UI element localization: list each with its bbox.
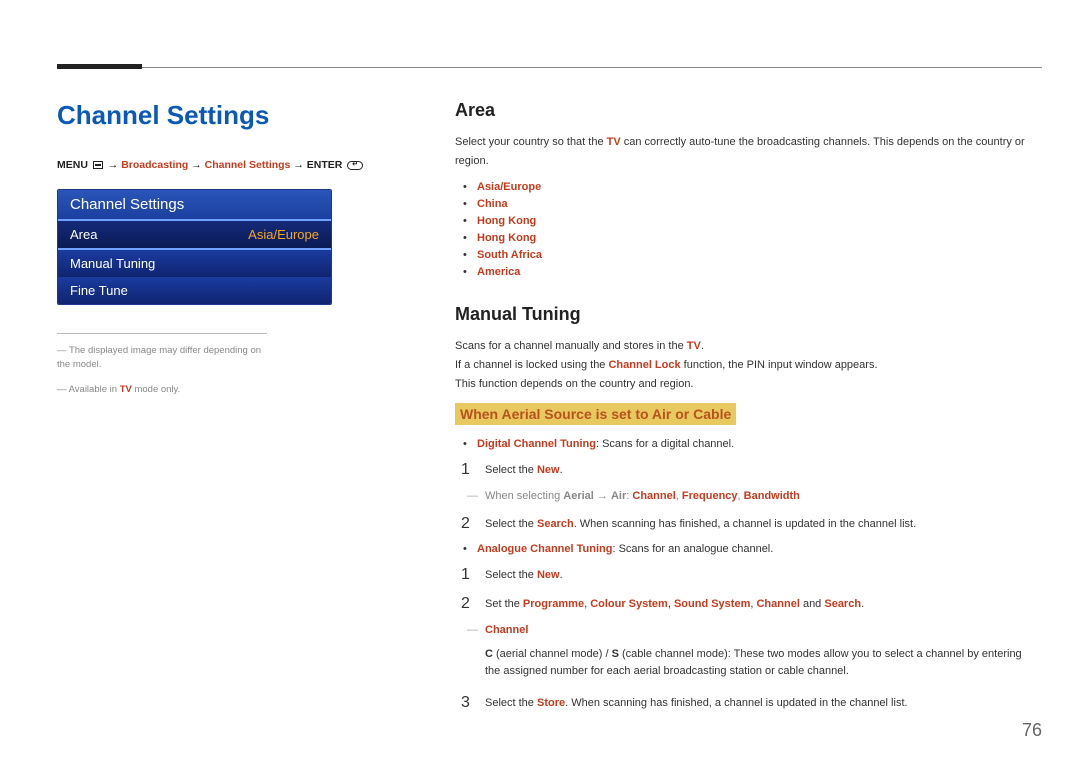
area-options: Asia/Europe China Hong Kong Hong Kong So… <box>477 178 1025 280</box>
breadcrumb-broadcasting: Broadcasting <box>121 159 188 171</box>
left-notes: ― The displayed image may differ dependi… <box>57 333 267 397</box>
area-option: Hong Kong <box>477 229 1025 246</box>
digital-aerial-note: When selecting Aerial → Air: Channel, Fr… <box>485 486 1025 510</box>
osd-panel: Channel Settings Area Asia/Europe Manual… <box>57 189 332 305</box>
digital-step-2: 2 Select the Search. When scanning has f… <box>461 510 1025 540</box>
menu-icon <box>93 161 103 169</box>
channel-note-body: C (aerial channel mode) / S (cable chann… <box>485 644 1025 689</box>
right-column: Area Select your country so that the TV … <box>455 100 1025 719</box>
step-number: 1 <box>461 567 485 585</box>
osd-row-value: Asia/Europe <box>248 227 319 242</box>
manual-tuning-heading: Manual Tuning <box>455 304 1025 325</box>
step-number: 2 <box>461 516 485 534</box>
analogue-step-1: 1 Select the New. <box>461 561 1025 591</box>
note-model: ― The displayed image may differ dependi… <box>57 344 267 373</box>
step-number: 2 <box>461 596 485 614</box>
area-option: South Africa <box>477 246 1025 263</box>
osd-row-label: Fine Tune <box>70 283 128 298</box>
channel-note-heading: Channel <box>485 620 1025 644</box>
analogue-step-2: 2 Set the Programme, Colour System, Soun… <box>461 590 1025 620</box>
top-rule-bold <box>57 64 142 69</box>
mt-desc2: If a channel is locked using the Channel… <box>455 356 1025 375</box>
analogue-tuning-line: Analogue Channel Tuning: Scans for an an… <box>477 540 1025 561</box>
step-number: 1 <box>461 462 485 480</box>
page-number: 76 <box>1022 720 1042 741</box>
enter-icon <box>347 161 363 170</box>
breadcrumb-enter: ENTER <box>307 159 343 171</box>
note-tv-mode: ― Available in TV mode only. <box>57 383 267 397</box>
aerial-subheading: When Aerial Source is set to Air or Cabl… <box>455 403 736 425</box>
osd-row-label: Area <box>70 227 97 242</box>
breadcrumb-menu: MENU <box>57 159 88 171</box>
area-option: America <box>477 263 1025 280</box>
digital-step-1: 1 Select the New. <box>461 456 1025 486</box>
area-description: Select your country so that the TV can c… <box>455 133 1025 170</box>
top-rule <box>57 67 1042 68</box>
breadcrumb: MENU → Broadcasting → Channel Settings →… <box>57 159 387 171</box>
osd-row-label: Manual Tuning <box>70 256 155 271</box>
osd-row-manual-tuning[interactable]: Manual Tuning <box>58 250 331 277</box>
left-column: Channel Settings MENU → Broadcasting → C… <box>57 100 387 407</box>
area-heading: Area <box>455 100 1025 121</box>
osd-title: Channel Settings <box>58 190 331 219</box>
area-option: Hong Kong <box>477 212 1025 229</box>
area-option: China <box>477 195 1025 212</box>
analogue-step-3: 3 Select the Store. When scanning has fi… <box>461 689 1025 719</box>
mt-desc3: This function depends on the country and… <box>455 375 1025 394</box>
area-option: Asia/Europe <box>477 178 1025 195</box>
osd-row-fine-tune[interactable]: Fine Tune <box>58 277 331 304</box>
digital-tuning-line: Digital Channel Tuning: Scans for a digi… <box>477 435 1025 456</box>
osd-row-area[interactable]: Area Asia/Europe <box>58 219 331 250</box>
page-title: Channel Settings <box>57 100 387 131</box>
breadcrumb-channel-settings: Channel Settings <box>205 159 291 171</box>
step-number: 3 <box>461 695 485 713</box>
mt-desc1: Scans for a channel manually and stores … <box>455 337 1025 356</box>
